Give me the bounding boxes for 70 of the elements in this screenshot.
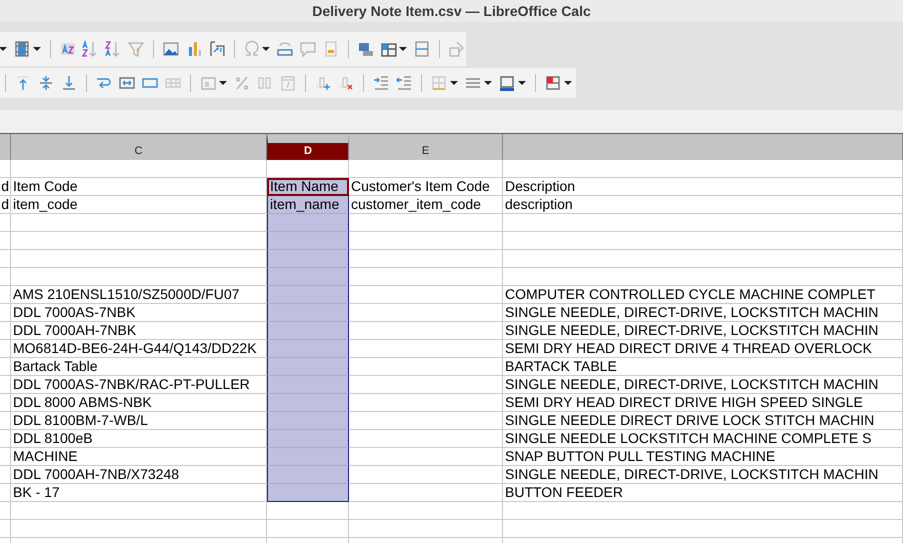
table-cell: SINGLE NEEDLE, DIRECT-DRIVE, LOCKSTITCH MACHIN: [503, 322, 903, 340]
table-cell: SEMI DRY HEAD DIRECT DRIVE HIGH SPEED SINGLE: [503, 394, 903, 412]
table-cell: d: [0, 196, 11, 214]
table-cell: DDL 7000AS-7NBK: [11, 304, 267, 322]
table-cell: [0, 412, 11, 430]
table-cell: [0, 484, 11, 502]
table-cell: [0, 376, 11, 394]
table-cell: [0, 214, 11, 232]
table-cell: SINGLE NEEDLE, DIRECT-DRIVE, LOCKSTITCH MACHIN: [503, 304, 903, 322]
table-cell: MO6814D-BE6-24H-G44/Q143/DD22K: [11, 340, 267, 358]
table-cell: Bartack Table: [11, 358, 267, 376]
table-cell: [0, 268, 11, 286]
table-cell: Customer's Item Code: [349, 178, 503, 196]
align-top-icon[interactable]: [14, 74, 32, 92]
table-cell: [0, 340, 11, 358]
column-header[interactable]: E: [349, 134, 503, 160]
table-cell: d: [0, 178, 11, 196]
insert-rows-icon[interactable]: [356, 40, 375, 58]
conditional-format-icon[interactable]: [544, 74, 562, 92]
table-cell: SINGLE NEEDLE DIRECT DRIVE LOCK STITCH MACHIN: [503, 412, 903, 430]
table-cell: COMPUTER CONTROLLED CYCLE MACHINE COMPLET: [503, 286, 903, 304]
table-cell: [0, 286, 11, 304]
pivot-table-icon[interactable]: [208, 40, 226, 58]
table-cell: DDL 7000AH-7NBK: [11, 322, 267, 340]
table-cell: Item Code: [11, 178, 267, 196]
table-cell: SNAP BUTTON PULL TESTING MACHINE: [503, 448, 903, 466]
table-cell: DDL 7000AH-7NB/X73248: [11, 466, 267, 484]
table-cell: SINGLE NEEDLE LOCKSTITCH MACHINE COMPLETE S: [503, 430, 903, 448]
table-cell: MACHINE: [11, 448, 267, 466]
hyperlink-icon[interactable]: [276, 40, 294, 58]
table-cell: DDL 7000AS-7NBK/RAC-PT-PULLER: [11, 376, 267, 394]
table-cell: [0, 232, 11, 250]
sort-icon[interactable]: [58, 40, 76, 58]
table-cell: [0, 430, 11, 448]
table-cell: item_name: [267, 196, 349, 214]
column-icon[interactable]: [12, 40, 31, 58]
table-cell: [0, 502, 11, 520]
table-cell: description: [503, 196, 903, 214]
image-icon[interactable]: [162, 40, 180, 58]
table-cell: SINGLE NEEDLE, DIRECT-DRIVE, LOCKSTITCH MACHIN: [503, 376, 903, 394]
table-cell: Description: [503, 178, 903, 196]
table-cell: AMS 210ENSL1510/SZ5000D/FU07: [11, 286, 267, 304]
column-header[interactable]: D: [267, 134, 349, 160]
table-cell: [0, 250, 11, 268]
split-window-icon[interactable]: [413, 40, 432, 58]
table-cell: [0, 448, 11, 466]
table-cell: [0, 322, 11, 340]
table-cell: BARTACK TABLE: [503, 358, 903, 376]
table-cell: [0, 520, 11, 538]
table-cell: [0, 160, 11, 178]
indent-icon[interactable]: [372, 74, 390, 92]
table-cell: BK - 17: [11, 484, 267, 502]
table-cell: DDL 8100BM-7-WB/L: [11, 412, 267, 430]
align-bottom-icon[interactable]: [60, 74, 78, 92]
table-cell: Item Name: [267, 178, 349, 196]
table-cell: SINGLE NEEDLE, DIRECT-DRIVE, LOCKSTITCH MACHIN: [503, 466, 903, 484]
align-center-icon[interactable]: [37, 74, 55, 92]
border-color-icon[interactable]: [498, 74, 516, 92]
table-cell: DDL 8100eB: [11, 430, 267, 448]
table-cell: [0, 466, 11, 484]
table-cell: item_code: [11, 196, 267, 214]
table-cell: [0, 394, 11, 412]
table-cell: SEMI DRY HEAD DIRECT DRIVE 4 THREAD OVERLOCK: [503, 340, 903, 358]
table-cell: [0, 304, 11, 322]
table-cell: DDL 8000 ABMS-NBK: [11, 394, 267, 412]
window-title: Delivery Note Item.csv — LibreOffice Calc: [312, 3, 591, 19]
table-cell: BUTTON FEEDER: [503, 484, 903, 502]
table-cell: [0, 358, 11, 376]
table-cell: customer_item_code: [349, 196, 503, 214]
outdent-icon[interactable]: [395, 74, 413, 92]
